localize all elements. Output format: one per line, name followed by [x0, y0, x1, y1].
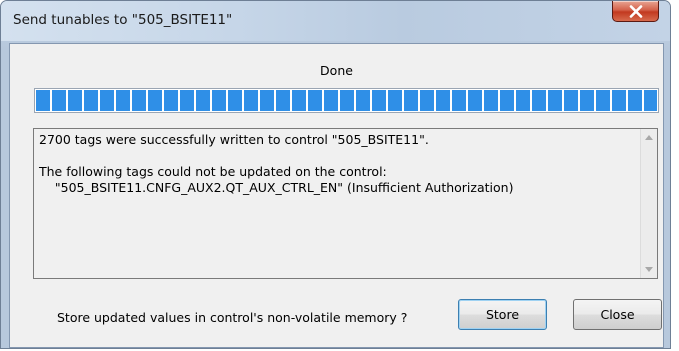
scroll-down-arrow-icon	[645, 267, 653, 272]
success-message: 2700 tags were successfully written to c…	[39, 132, 429, 147]
store-button[interactable]: Store	[458, 299, 547, 330]
window-title: Send tunables to "505_BSITE11"	[13, 12, 233, 28]
close-icon	[629, 5, 643, 18]
progress-bar-fill	[36, 90, 657, 111]
progress-bar	[34, 88, 659, 113]
result-messages-text[interactable]: 2700 tags were successfully written to c…	[39, 132, 629, 196]
close-button[interactable]: Close	[573, 299, 662, 330]
store-question-label: Store updated values in control's non-vo…	[57, 310, 408, 325]
vertical-scrollbar[interactable]	[640, 129, 657, 278]
scroll-up-arrow-icon	[645, 135, 653, 140]
scroll-down-button[interactable]	[641, 261, 657, 278]
dialog-client-area: Done 2700 tags were successfully written…	[9, 43, 664, 348]
dialog-window: Send tunables to "505_BSITE11" Done 2700…	[0, 0, 671, 349]
progress-status-label: Done	[320, 63, 353, 78]
failed-tag-entry: "505_BSITE11.CNFG_AUX2.QT_AUX_CTRL_EN" (…	[39, 180, 514, 195]
title-bar[interactable]: Send tunables to "505_BSITE11"	[1, 1, 670, 41]
scroll-up-button[interactable]	[641, 129, 657, 146]
failure-header: The following tags could not be updated …	[39, 164, 387, 179]
window-close-button[interactable]	[612, 1, 659, 22]
result-messages-box[interactable]: 2700 tags were successfully written to c…	[33, 128, 658, 279]
